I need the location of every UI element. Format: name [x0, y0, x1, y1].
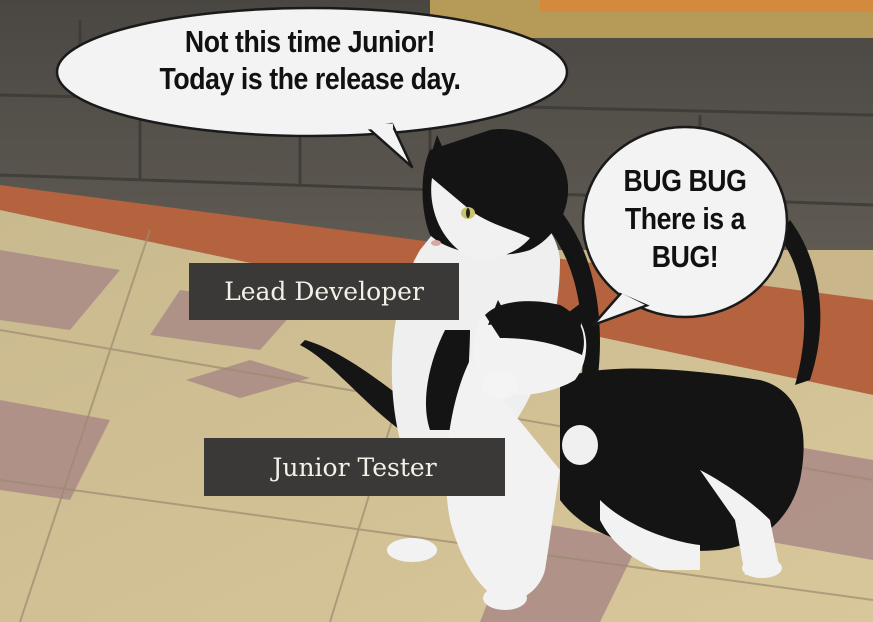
junior-speech-text: BUG BUG There is a BUG! [603, 162, 766, 275]
lead-speech-line-2: Today is the release day. [159, 60, 461, 96]
junior-tester-label: Junior Tester [204, 438, 505, 496]
junior-speech-line-2: There is a [624, 200, 746, 236]
junior-speech-line-3: BUG! [651, 238, 719, 274]
junior-speech-line-1: BUG BUG [623, 163, 747, 198]
lead-speech-line-1: Not this time Junior! [184, 24, 436, 59]
lead-speech-text: Not this time Junior! Today is the relea… [112, 24, 508, 97]
meme-scene: Not this time Junior! Today is the relea… [0, 0, 873, 622]
lead-developer-label: Lead Developer [189, 263, 459, 320]
